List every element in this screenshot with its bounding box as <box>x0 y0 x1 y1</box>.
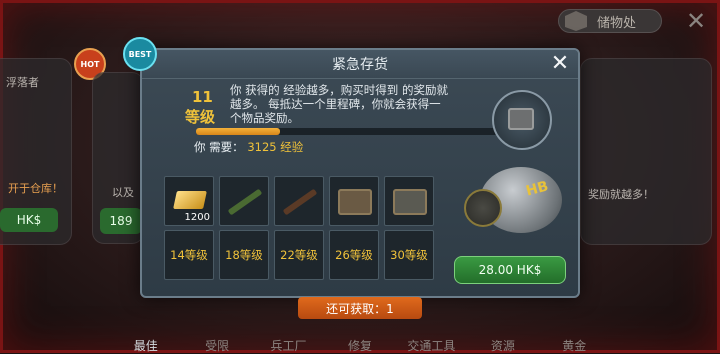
left-card-title: 浮落者 <box>6 76 39 89</box>
buy-price-button[interactable]: 28.00 HK$ <box>454 256 566 284</box>
xp-needed: 你 需要： 3125 经验 <box>194 139 303 155</box>
nav-best[interactable]: 最佳 <box>110 319 181 353</box>
locked-slot[interactable]: 18等级 <box>219 230 269 280</box>
locked-slot[interactable]: 22等级 <box>274 230 324 280</box>
nav-vehicles[interactable]: 交通工具 <box>396 319 467 353</box>
piggy-bank-image: HB <box>460 155 564 245</box>
reward-slot-supplies[interactable] <box>329 176 379 226</box>
locked-slot[interactable]: 14等级 <box>164 230 214 280</box>
best-badge: BEST <box>123 37 157 71</box>
need-value: 3125 经验 <box>247 140 304 154</box>
locked-level-label: 22等级 <box>280 248 318 262</box>
left-card-notice: 开于仓库！ <box>8 182 63 195</box>
crate-icon <box>508 108 534 130</box>
locked-level-label: 14等级 <box>170 248 208 262</box>
emergency-stock-dialog: 紧急存货 ✕ 11 等级 你 获得的 经验越多，购买时得到 的奖励就越多。 每抵… <box>140 48 580 298</box>
shotgun-icon <box>282 188 318 216</box>
need-label: 你 需要： <box>194 140 244 154</box>
available-count-badge: 还可获取：1 <box>298 297 422 319</box>
reward-slot-shotgun[interactable] <box>274 176 324 226</box>
supply-crate-icon <box>338 189 372 215</box>
nav-arsenal[interactable]: 兵工厂 <box>253 319 324 353</box>
nav-gold[interactable]: 黄金 <box>539 319 610 353</box>
level-label: 等级 <box>185 108 216 126</box>
right-card-text: 奖励就越多！ <box>588 188 654 201</box>
dialog-header: 紧急存货 <box>142 50 578 79</box>
box-icon <box>565 11 587 31</box>
xp-progress-fill <box>196 128 280 135</box>
locked-level-label: 26等级 <box>335 248 373 262</box>
rifle-icon <box>227 188 263 216</box>
level-number: 11 <box>192 88 213 106</box>
xp-progress-bar <box>196 128 506 135</box>
reward-quantity: 1200 <box>184 212 210 223</box>
reward-slot-gold[interactable]: 1200 <box>164 176 214 226</box>
nav-repair[interactable]: 修复 <box>324 319 395 353</box>
nav-resources[interactable]: 资源 <box>467 319 538 353</box>
gold-bar-icon <box>173 191 207 209</box>
dialog-close-icon[interactable]: ✕ <box>550 53 570 75</box>
right-offer-card[interactable] <box>580 58 712 245</box>
gas-mask-icon <box>464 189 502 227</box>
milestone-reward-icon <box>492 90 552 150</box>
left-card-price[interactable]: HK$ <box>0 208 58 232</box>
storage-label: 储物处 <box>597 15 637 31</box>
reward-grid: 1200 14等级 18等级 22等级 26等级 30等级 <box>164 176 434 280</box>
dialog-title: 紧急存货 <box>332 57 388 73</box>
locked-level-label: 30等级 <box>390 248 428 262</box>
dialog-description: 你 获得的 经验越多，购买时得到 的奖励就越多。 每抵达一个里程碑，你就会获得一… <box>230 83 448 125</box>
nav-limited[interactable]: 受限 <box>181 319 252 353</box>
middle-card-text: 以及 <box>112 186 134 199</box>
close-icon[interactable]: ✕ <box>686 9 706 33</box>
locked-level-label: 18等级 <box>225 248 263 262</box>
reward-slot-rifle[interactable] <box>219 176 269 226</box>
locked-slot[interactable]: 26等级 <box>329 230 379 280</box>
locked-slot[interactable]: 30等级 <box>384 230 434 280</box>
storage-button[interactable]: 储物处 <box>558 9 662 33</box>
middle-card-price[interactable]: 189 <box>100 208 142 234</box>
category-nav: 最佳 受限 兵工厂 修复 交通工具 资源 黄金 <box>110 319 610 353</box>
resource-crate-icon <box>393 189 427 215</box>
reward-slot-resources[interactable] <box>384 176 434 226</box>
